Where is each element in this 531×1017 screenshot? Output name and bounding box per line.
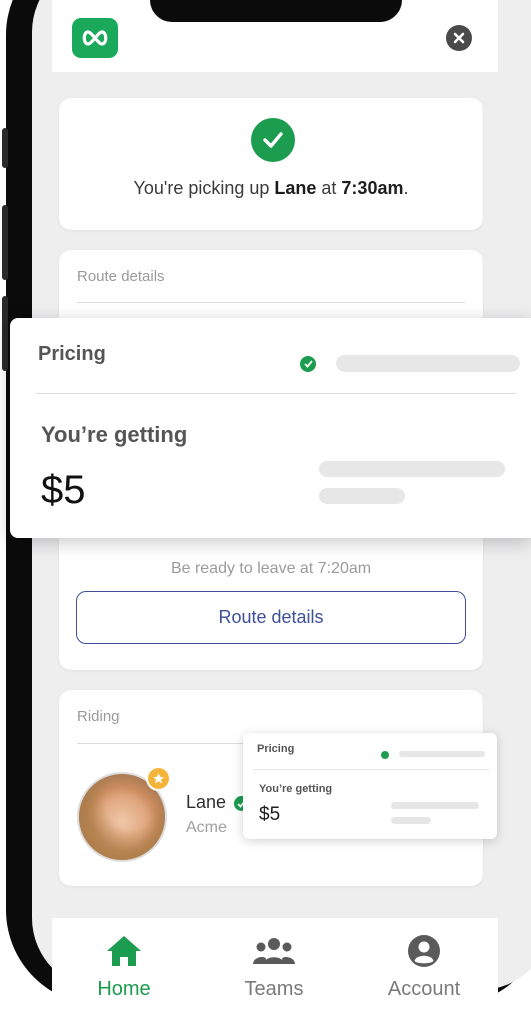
star-icon bbox=[146, 766, 171, 791]
mini-pricing-title: Pricing bbox=[257, 743, 295, 755]
home-icon bbox=[69, 932, 179, 970]
nav-item-teams[interactable]: Teams bbox=[219, 932, 329, 1001]
rider-name-bold: Lane bbox=[274, 178, 317, 198]
price-value: $5 bbox=[41, 468, 86, 512]
pickup-confirmation-text: You're picking up Lane at 7:30am. bbox=[59, 178, 483, 199]
mini-pricing-card: Pricing You’re getting $5 bbox=[243, 733, 497, 839]
placeholder-bar bbox=[399, 751, 485, 757]
placeholder-bar bbox=[391, 817, 431, 824]
checkmark-icon bbox=[251, 118, 295, 162]
placeholder-bar bbox=[391, 802, 479, 809]
nav-item-account[interactable]: Account bbox=[369, 932, 479, 1001]
ready-to-leave-text: Be ready to leave at 7:20am bbox=[170, 560, 372, 577]
status-dot-icon bbox=[300, 356, 316, 372]
rider-name: Lane bbox=[186, 792, 227, 812]
phone-notch bbox=[150, 0, 402, 22]
pickup-time: 7:30am bbox=[341, 178, 404, 198]
divider bbox=[36, 393, 516, 394]
app-logo-icon[interactable] bbox=[72, 18, 118, 58]
placeholder-bar bbox=[319, 488, 405, 504]
confirmation-suffix: . bbox=[403, 178, 409, 198]
bottom-nav: Home Teams Account bbox=[52, 918, 498, 1008]
teams-icon bbox=[219, 932, 329, 970]
mini-price: $5 bbox=[259, 804, 281, 825]
placeholder-bar bbox=[336, 355, 520, 372]
route-section-label: Route details bbox=[77, 268, 165, 285]
route-details-button[interactable]: Route details bbox=[76, 591, 466, 644]
account-icon bbox=[369, 932, 479, 970]
riding-section-label: Riding bbox=[77, 708, 120, 725]
nav-item-home[interactable]: Home bbox=[69, 932, 179, 1001]
mini-getting-label: You’re getting bbox=[259, 783, 333, 795]
nav-account-label: Account bbox=[387, 978, 461, 1000]
nav-teams-label: Teams bbox=[244, 978, 304, 1000]
rider-company: Acme bbox=[186, 819, 227, 836]
phone-side-button bbox=[2, 128, 8, 168]
divider bbox=[77, 302, 465, 303]
divider bbox=[253, 769, 489, 770]
placeholder-bar bbox=[319, 461, 505, 477]
confirmation-prefix: You're picking up bbox=[133, 178, 275, 198]
getting-label: You’re getting bbox=[41, 422, 188, 447]
close-icon[interactable] bbox=[446, 25, 472, 51]
phone-side-button bbox=[2, 296, 8, 371]
confirmation-middle: at bbox=[316, 178, 342, 198]
pricing-card: Pricing You’re getting $5 bbox=[10, 318, 531, 538]
confirmation-card: You're picking up Lane at 7:30am. bbox=[59, 98, 483, 230]
pricing-title: Pricing bbox=[38, 343, 106, 365]
nav-home-label: Home bbox=[97, 978, 151, 1000]
status-dot-icon bbox=[381, 751, 389, 759]
phone-side-button bbox=[2, 205, 8, 280]
